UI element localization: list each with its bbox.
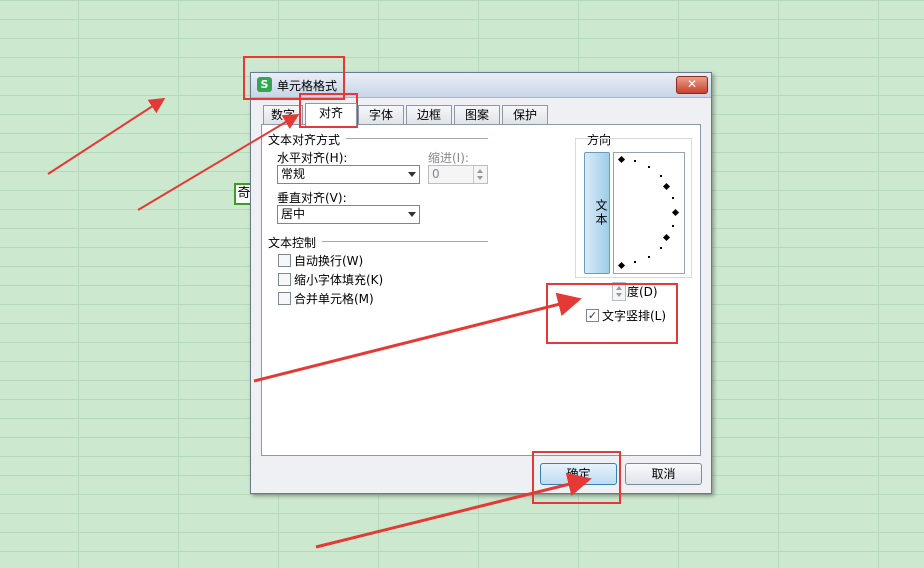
arrow-to-title (47, 97, 166, 175)
tab-alignment[interactable]: 对齐 (305, 103, 357, 126)
arrow-to-tab (137, 113, 300, 211)
arrow-to-checkbox (253, 292, 582, 383)
annotation-arrows (47, 97, 592, 549)
arrow-to-ok (315, 472, 592, 549)
